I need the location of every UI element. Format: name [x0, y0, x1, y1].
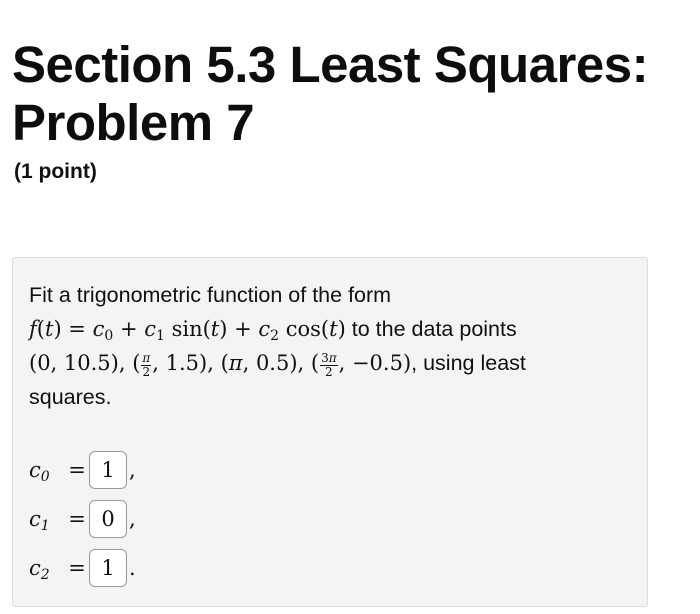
- points-label: (1 point): [14, 160, 97, 183]
- answer-row-c2: c2 = 1 .: [29, 548, 136, 588]
- title-line-2: Problem 7: [12, 94, 255, 151]
- variable-label-c1: c1: [29, 507, 50, 534]
- answer-input-c1[interactable]: 0: [89, 500, 127, 538]
- problem-statement: Fit a trigonometric function of the form…: [29, 278, 629, 414]
- equals-sign: =: [68, 556, 86, 580]
- variable-label-c0: c0: [29, 458, 50, 485]
- problem-end: squares.: [29, 385, 112, 409]
- problem-lead-in: to the data points: [351, 317, 517, 341]
- answer-punct: .: [129, 556, 136, 580]
- answer-row-c1: c1 = 0 ,: [29, 499, 136, 539]
- problem-tail: , using least: [411, 351, 526, 375]
- equals-sign: =: [68, 458, 86, 482]
- answer-row-c0: c0 = 1 ,: [29, 450, 136, 490]
- data-points: (0, 10.5), (π 2, 1.5), (π, 0.5), (3π 2, −0…: [29, 351, 412, 379]
- answer-punct: ,: [129, 507, 136, 531]
- function-formula: f(t) = c0 + c1 sin(t) + c2 cos(t): [29, 317, 346, 344]
- problem-intro: Fit a trigonometric function of the form: [29, 283, 392, 307]
- title-line-1: Section 5.3 Least Squares:: [12, 36, 649, 93]
- problem-card: Fit a trigonometric function of the form…: [12, 257, 648, 607]
- answer-input-c2[interactable]: 1: [89, 549, 127, 587]
- page-title: Section 5.3 Least Squares: Problem 7: [12, 36, 649, 152]
- equals-sign: =: [68, 507, 86, 531]
- variable-label-c2: c2: [29, 556, 50, 583]
- answer-input-c0[interactable]: 1: [89, 451, 127, 489]
- answer-punct: ,: [129, 458, 136, 482]
- page: Section 5.3 Least Squares: Problem 7 (1 …: [0, 0, 700, 614]
